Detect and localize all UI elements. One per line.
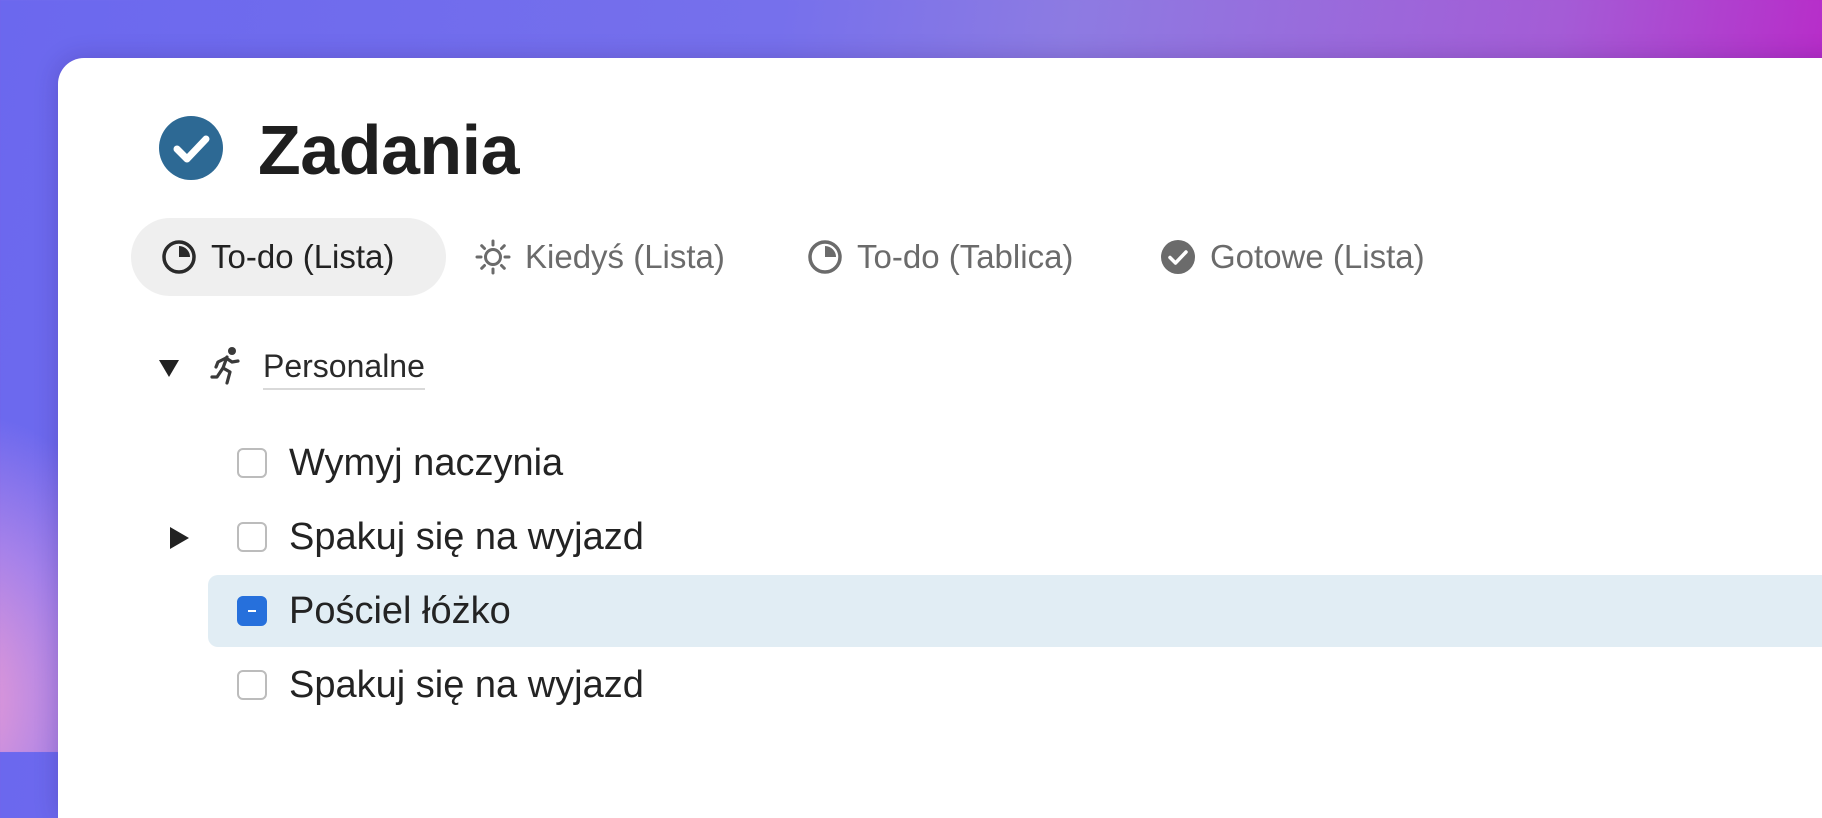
running-person-icon [210,347,240,385]
task-label[interactable]: Spakuj się na wyjazd [289,515,644,559]
task-row[interactable]: Spakuj się na wyjazd [208,649,1822,721]
tab-done-list[interactable]: Gotowe (Lista) [1160,218,1460,296]
check-circle-icon [159,116,223,180]
expand-subtasks-icon[interactable] [166,525,192,551]
task-row-selected[interactable]: Pościel łóżko [208,575,1822,647]
half-circle-icon [808,240,842,274]
task-label[interactable]: Pościel łóżko [289,589,511,633]
task-row[interactable]: Wymyj naczynia [208,427,1822,499]
tab-label: Gotowe (Lista) [1210,238,1425,275]
collapse-toggle-icon[interactable] [157,356,181,380]
page-title: Zadania [258,111,520,189]
task-checkbox[interactable] [237,522,267,552]
tab-label: To-do (Lista) [211,238,395,275]
sun-icon [475,239,511,275]
tab-todo-board[interactable]: To-do (Tablica) [807,218,1117,296]
task-checkbox[interactable] [237,670,267,700]
task-checkbox-indeterminate[interactable] [237,596,267,626]
half-circle-icon [162,240,196,274]
tab-todo-list[interactable]: To-do (Lista) [131,218,446,296]
tab-label: To-do (Tablica) [857,238,1074,275]
task-row[interactable]: Spakuj się na wyjazd [208,501,1822,573]
task-label[interactable]: Spakuj się na wyjazd [289,663,644,707]
tab-someday-list[interactable]: Kiedyś (Lista) [475,218,765,296]
check-circle-icon [1161,240,1195,274]
task-checkbox[interactable] [237,448,267,478]
group-title[interactable]: Personalne [263,346,425,390]
tab-label: Kiedyś (Lista) [525,238,725,275]
task-label[interactable]: Wymyj naczynia [289,441,563,485]
